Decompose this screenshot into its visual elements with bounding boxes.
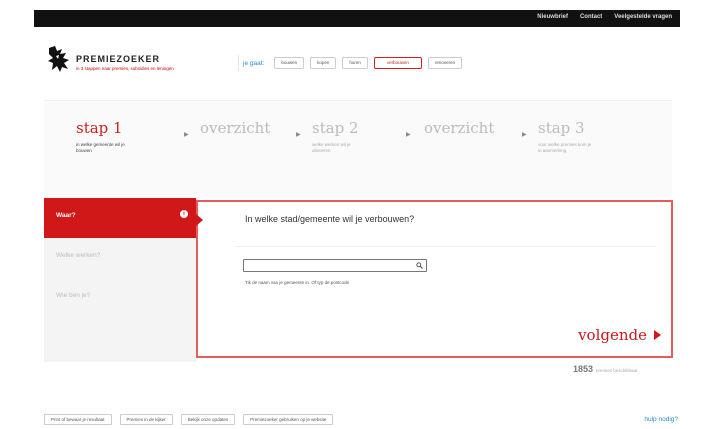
sidebar-item-label: Waar?	[56, 212, 76, 219]
sidebar: Waar? i Welke werken? Wie ben je?	[44, 198, 196, 362]
brand-name: PREMIEZOEKER	[76, 54, 161, 64]
nav-label: je gaat:	[243, 59, 265, 67]
step-arrow-icon: ▶	[296, 132, 301, 138]
next-label: volgende	[578, 326, 647, 344]
divider	[236, 246, 656, 247]
premie-counter: 1853 premies beschikbaar	[573, 364, 638, 374]
footer-buttons: Print of bewaar je resultaat Premies in …	[44, 414, 341, 425]
sidebar-item-works[interactable]: Welke werken?	[44, 238, 196, 278]
step-title: overzicht	[424, 119, 495, 137]
top-link-contact[interactable]: Contact	[580, 14, 602, 20]
nav-option-bouwen[interactable]: bouwen	[274, 57, 305, 69]
step-desc: in welke gemeente wil je bouwen	[76, 142, 125, 153]
sidebar-item-label: Wie ben je?	[56, 292, 91, 299]
info-icon[interactable]: i	[180, 210, 188, 218]
step-arrow-icon: ▶	[522, 132, 527, 138]
footer-featured-button[interactable]: Premies in de kijker	[119, 414, 173, 425]
top-link-faq[interactable]: Veelgestelde vragen	[614, 14, 672, 20]
input-hint: Tik de naam van je gemeente in. Of typ d…	[245, 280, 350, 285]
municipality-input[interactable]	[243, 259, 427, 272]
top-link-newsletter[interactable]: Nieuwbrief	[537, 14, 568, 20]
question-panel: In welke stad/gemeente wil je verbouwen?…	[196, 200, 673, 358]
step-2: stap 2 welke werken wil je uitvoeren	[312, 119, 368, 154]
footer-embed-button[interactable]: Premiezoeker gebruiken op je website	[243, 414, 334, 425]
sidebar-item-label: Welke werken?	[56, 252, 101, 259]
nav-option-huren[interactable]: huren	[342, 57, 368, 69]
question-title: In welke stad/gemeente wil je verbouwen?	[245, 214, 415, 224]
sidebar-item-where[interactable]: Waar? i	[44, 198, 196, 238]
help-link[interactable]: hulp nodig?	[644, 416, 678, 423]
nav-option-verbouwen[interactable]: verbouwen	[373, 57, 422, 69]
top-links: Nieuwbrief Contact Veelgestelde vragen	[537, 14, 672, 20]
step-title: stap 2	[312, 119, 359, 137]
step-desc: voor welke premies kom je in aanmerking	[538, 142, 592, 153]
nav-option-renoveren[interactable]: renoveren	[427, 57, 463, 69]
step-3: stap 3 voor welke premies kom je in aanm…	[538, 119, 594, 154]
flemish-lion-icon	[48, 46, 69, 72]
step-arrow-icon: ▶	[184, 132, 189, 138]
arrow-right-icon	[654, 330, 661, 340]
footer-print-button[interactable]: Print of bewaar je resultaat	[44, 414, 112, 425]
step-title: stap 1	[76, 119, 123, 137]
situation-nav: je gaat: bouwen kopen huren verbouwen re…	[234, 55, 463, 71]
counter-number: 1853	[573, 364, 594, 374]
brand-subtitle: in 3 stappen naar premies, subsidies en …	[76, 66, 174, 71]
step-desc: welke werken wil je uitvoeren	[312, 142, 351, 153]
next-button[interactable]: volgende	[578, 326, 661, 344]
sidebar-item-who[interactable]: Wie ben je?	[44, 278, 196, 318]
step-title: stap 3	[538, 119, 585, 137]
nav-divider	[238, 55, 239, 71]
search-icon[interactable]	[416, 262, 423, 269]
step-overview-2: overzicht	[424, 119, 494, 137]
step-title: overzicht	[200, 119, 271, 137]
nav-option-kopen[interactable]: kopen	[310, 57, 337, 69]
steps-panel: stap 1 in welke gemeente wil je bouwen ▶…	[44, 100, 672, 198]
logo[interactable]: PREMIEZOEKER in 3 stappen naar premies, …	[46, 44, 174, 74]
footer-updates-button[interactable]: Bekijk onze updates	[180, 414, 236, 425]
step-1: stap 1 in welke gemeente wil je bouwen	[76, 119, 132, 154]
step-arrow-icon: ▶	[406, 132, 411, 138]
top-bar: Nieuwbrief Contact Veelgestelde vragen	[34, 10, 680, 27]
step-overview-1: overzicht	[200, 119, 270, 137]
counter-label: premies beschikbaar	[596, 368, 638, 373]
active-pointer	[196, 214, 203, 226]
